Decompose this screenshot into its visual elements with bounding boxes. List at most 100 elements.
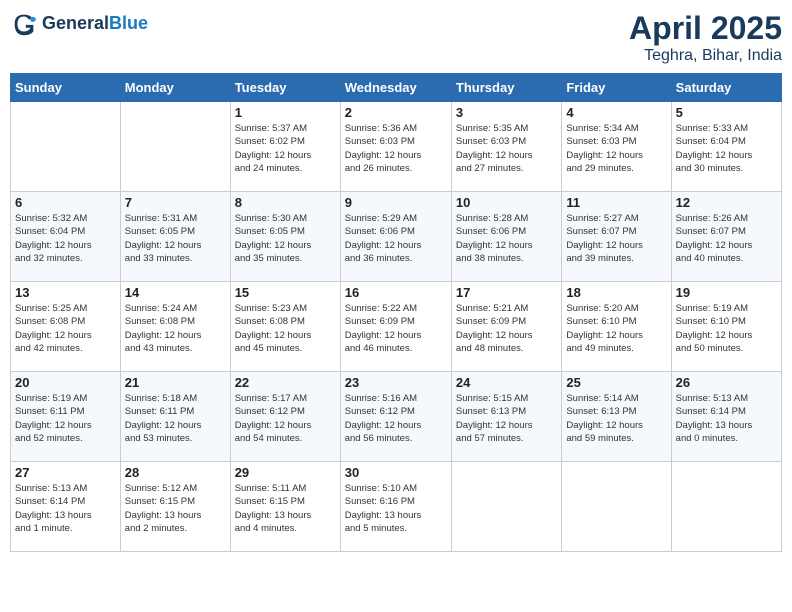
day-info: Sunrise: 5:12 AM Sunset: 6:15 PM Dayligh… bbox=[125, 482, 226, 535]
day-info: Sunrise: 5:17 AM Sunset: 6:12 PM Dayligh… bbox=[235, 392, 336, 445]
calendar-cell: 17 Sunrise: 5:21 AM Sunset: 6:09 PM Dayli… bbox=[451, 282, 561, 372]
day-number: 5 bbox=[676, 105, 777, 120]
col-header-wednesday: Wednesday bbox=[340, 74, 451, 102]
calendar-cell bbox=[671, 462, 781, 552]
col-header-saturday: Saturday bbox=[671, 74, 781, 102]
day-number: 23 bbox=[345, 375, 447, 390]
day-number: 29 bbox=[235, 465, 336, 480]
calendar-subtitle: Teghra, Bihar, India bbox=[629, 47, 782, 65]
day-info: Sunrise: 5:21 AM Sunset: 6:09 PM Dayligh… bbox=[456, 302, 557, 355]
calendar-cell: 25 Sunrise: 5:14 AM Sunset: 6:13 PM Dayli… bbox=[562, 372, 671, 462]
calendar-table: SundayMondayTuesdayWednesdayThursdayFrid… bbox=[10, 73, 782, 552]
day-number: 25 bbox=[566, 375, 666, 390]
day-info: Sunrise: 5:19 AM Sunset: 6:11 PM Dayligh… bbox=[15, 392, 116, 445]
col-header-friday: Friday bbox=[562, 74, 671, 102]
day-number: 13 bbox=[15, 285, 116, 300]
day-info: Sunrise: 5:30 AM Sunset: 6:05 PM Dayligh… bbox=[235, 212, 336, 265]
calendar-cell: 8 Sunrise: 5:30 AM Sunset: 6:05 PM Daylig… bbox=[230, 192, 340, 282]
calendar-cell: 9Sunrise: 5:29 AM Sunset: 6:06 PM Daylig… bbox=[340, 192, 451, 282]
calendar-cell: 18 Sunrise: 5:20 AM Sunset: 6:10 PM Dayli… bbox=[562, 282, 671, 372]
day-number: 24 bbox=[456, 375, 557, 390]
calendar-cell: 1 Sunrise: 5:37 AM Sunset: 6:02 PM Daylig… bbox=[230, 102, 340, 192]
col-header-tuesday: Tuesday bbox=[230, 74, 340, 102]
calendar-cell: 10 Sunrise: 5:28 AM Sunset: 6:06 PM Dayli… bbox=[451, 192, 561, 282]
page-header: GeneralBlue April 2025 Teghra, Bihar, In… bbox=[10, 10, 782, 65]
day-number: 27 bbox=[15, 465, 116, 480]
day-info: Sunrise: 5:20 AM Sunset: 6:10 PM Dayligh… bbox=[566, 302, 666, 355]
calendar-cell: 27 Sunrise: 5:13 AM Sunset: 6:14 PM Dayli… bbox=[11, 462, 121, 552]
calendar-cell: 22 Sunrise: 5:17 AM Sunset: 6:12 PM Dayli… bbox=[230, 372, 340, 462]
calendar-cell: 4 Sunrise: 5:34 AM Sunset: 6:03 PM Daylig… bbox=[562, 102, 671, 192]
calendar-cell: 15 Sunrise: 5:23 AM Sunset: 6:08 PM Dayli… bbox=[230, 282, 340, 372]
calendar-cell: 12Sunrise: 5:26 AM Sunset: 6:07 PM Dayli… bbox=[671, 192, 781, 282]
calendar-header-row: SundayMondayTuesdayWednesdayThursdayFrid… bbox=[11, 74, 782, 102]
day-number: 14 bbox=[125, 285, 226, 300]
day-number: 4 bbox=[566, 105, 666, 120]
logo-text: GeneralBlue bbox=[42, 14, 148, 34]
day-info: Sunrise: 5:31 AM Sunset: 6:05 PM Dayligh… bbox=[125, 212, 226, 265]
day-info: Sunrise: 5:18 AM Sunset: 6:11 PM Dayligh… bbox=[125, 392, 226, 445]
day-info: Sunrise: 5:13 AM Sunset: 6:14 PM Dayligh… bbox=[15, 482, 116, 535]
calendar-cell: 11 Sunrise: 5:27 AM Sunset: 6:07 PM Dayli… bbox=[562, 192, 671, 282]
col-header-sunday: Sunday bbox=[11, 74, 121, 102]
calendar-cell: 28Sunrise: 5:12 AM Sunset: 6:15 PM Dayli… bbox=[120, 462, 230, 552]
calendar-cell bbox=[451, 462, 561, 552]
day-info: Sunrise: 5:26 AM Sunset: 6:07 PM Dayligh… bbox=[676, 212, 777, 265]
calendar-cell bbox=[562, 462, 671, 552]
day-number: 6 bbox=[15, 195, 116, 210]
week-row-4: 20 Sunrise: 5:19 AM Sunset: 6:11 PM Dayli… bbox=[11, 372, 782, 462]
calendar-cell: 29 Sunrise: 5:11 AM Sunset: 6:15 PM Dayli… bbox=[230, 462, 340, 552]
day-info: Sunrise: 5:28 AM Sunset: 6:06 PM Dayligh… bbox=[456, 212, 557, 265]
calendar-cell bbox=[11, 102, 121, 192]
calendar-cell: 21 Sunrise: 5:18 AM Sunset: 6:11 PM Dayli… bbox=[120, 372, 230, 462]
calendar-cell: 26Sunrise: 5:13 AM Sunset: 6:14 PM Dayli… bbox=[671, 372, 781, 462]
day-number: 1 bbox=[235, 105, 336, 120]
col-header-monday: Monday bbox=[120, 74, 230, 102]
day-number: 11 bbox=[566, 195, 666, 210]
calendar-cell bbox=[120, 102, 230, 192]
day-number: 8 bbox=[235, 195, 336, 210]
day-info: Sunrise: 5:13 AM Sunset: 6:14 PM Dayligh… bbox=[676, 392, 777, 445]
day-number: 15 bbox=[235, 285, 336, 300]
calendar-cell: 19 Sunrise: 5:19 AM Sunset: 6:10 PM Dayli… bbox=[671, 282, 781, 372]
col-header-thursday: Thursday bbox=[451, 74, 561, 102]
calendar-cell: 20 Sunrise: 5:19 AM Sunset: 6:11 PM Dayli… bbox=[11, 372, 121, 462]
week-row-2: 6 Sunrise: 5:32 AM Sunset: 6:04 PM Daylig… bbox=[11, 192, 782, 282]
day-number: 30 bbox=[345, 465, 447, 480]
day-number: 3 bbox=[456, 105, 557, 120]
day-number: 2 bbox=[345, 105, 447, 120]
day-info: Sunrise: 5:32 AM Sunset: 6:04 PM Dayligh… bbox=[15, 212, 116, 265]
logo: GeneralBlue bbox=[10, 10, 148, 38]
calendar-cell: 2Sunrise: 5:36 AM Sunset: 6:03 PM Daylig… bbox=[340, 102, 451, 192]
logo-icon bbox=[10, 10, 38, 38]
title-block: April 2025 Teghra, Bihar, India bbox=[629, 10, 782, 65]
calendar-cell: 3Sunrise: 5:35 AM Sunset: 6:03 PM Daylig… bbox=[451, 102, 561, 192]
week-row-5: 27 Sunrise: 5:13 AM Sunset: 6:14 PM Dayli… bbox=[11, 462, 782, 552]
day-number: 17 bbox=[456, 285, 557, 300]
day-number: 18 bbox=[566, 285, 666, 300]
calendar-cell: 6 Sunrise: 5:32 AM Sunset: 6:04 PM Daylig… bbox=[11, 192, 121, 282]
day-info: Sunrise: 5:37 AM Sunset: 6:02 PM Dayligh… bbox=[235, 122, 336, 175]
calendar-cell: 5Sunrise: 5:33 AM Sunset: 6:04 PM Daylig… bbox=[671, 102, 781, 192]
day-info: Sunrise: 5:29 AM Sunset: 6:06 PM Dayligh… bbox=[345, 212, 447, 265]
day-info: Sunrise: 5:11 AM Sunset: 6:15 PM Dayligh… bbox=[235, 482, 336, 535]
week-row-3: 13 Sunrise: 5:25 AM Sunset: 6:08 PM Dayli… bbox=[11, 282, 782, 372]
day-info: Sunrise: 5:19 AM Sunset: 6:10 PM Dayligh… bbox=[676, 302, 777, 355]
week-row-1: 1 Sunrise: 5:37 AM Sunset: 6:02 PM Daylig… bbox=[11, 102, 782, 192]
day-number: 20 bbox=[15, 375, 116, 390]
calendar-cell: 24 Sunrise: 5:15 AM Sunset: 6:13 PM Dayli… bbox=[451, 372, 561, 462]
day-info: Sunrise: 5:25 AM Sunset: 6:08 PM Dayligh… bbox=[15, 302, 116, 355]
calendar-cell: 23 Sunrise: 5:16 AM Sunset: 6:12 PM Dayli… bbox=[340, 372, 451, 462]
day-number: 16 bbox=[345, 285, 447, 300]
day-info: Sunrise: 5:15 AM Sunset: 6:13 PM Dayligh… bbox=[456, 392, 557, 445]
day-info: Sunrise: 5:23 AM Sunset: 6:08 PM Dayligh… bbox=[235, 302, 336, 355]
day-number: 19 bbox=[676, 285, 777, 300]
day-number: 22 bbox=[235, 375, 336, 390]
day-info: Sunrise: 5:14 AM Sunset: 6:13 PM Dayligh… bbox=[566, 392, 666, 445]
day-info: Sunrise: 5:34 AM Sunset: 6:03 PM Dayligh… bbox=[566, 122, 666, 175]
day-number: 21 bbox=[125, 375, 226, 390]
day-info: Sunrise: 5:16 AM Sunset: 6:12 PM Dayligh… bbox=[345, 392, 447, 445]
day-number: 10 bbox=[456, 195, 557, 210]
day-info: Sunrise: 5:27 AM Sunset: 6:07 PM Dayligh… bbox=[566, 212, 666, 265]
calendar-cell: 13 Sunrise: 5:25 AM Sunset: 6:08 PM Dayli… bbox=[11, 282, 121, 372]
